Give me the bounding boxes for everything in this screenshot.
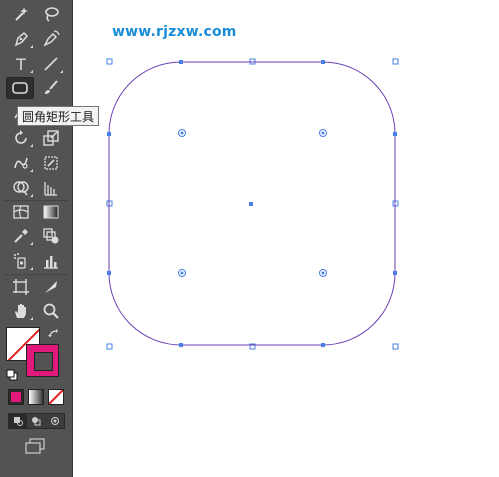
corner-widget-bottom-left[interactable] (178, 269, 186, 277)
handle-top-left[interactable] (106, 58, 113, 65)
handle-bottom-right[interactable] (392, 343, 399, 350)
anchor-point[interactable] (107, 271, 111, 275)
center-point (249, 202, 253, 206)
handle-top-right[interactable] (392, 58, 399, 65)
anchor-point[interactable] (393, 132, 397, 136)
anchor-point[interactable] (321, 60, 325, 64)
anchor-point[interactable] (321, 343, 325, 347)
corner-widget-top-left[interactable] (178, 129, 186, 137)
anchor-point[interactable] (107, 132, 111, 136)
handle-bottom-left[interactable] (106, 343, 113, 350)
anchor-point[interactable] (179, 343, 183, 347)
anchor-point[interactable] (179, 60, 183, 64)
artboard-canvas[interactable] (0, 0, 499, 477)
corner-widget-bottom-right[interactable] (319, 269, 327, 277)
anchor-point[interactable] (393, 271, 397, 275)
corner-widget-top-right[interactable] (319, 129, 327, 137)
